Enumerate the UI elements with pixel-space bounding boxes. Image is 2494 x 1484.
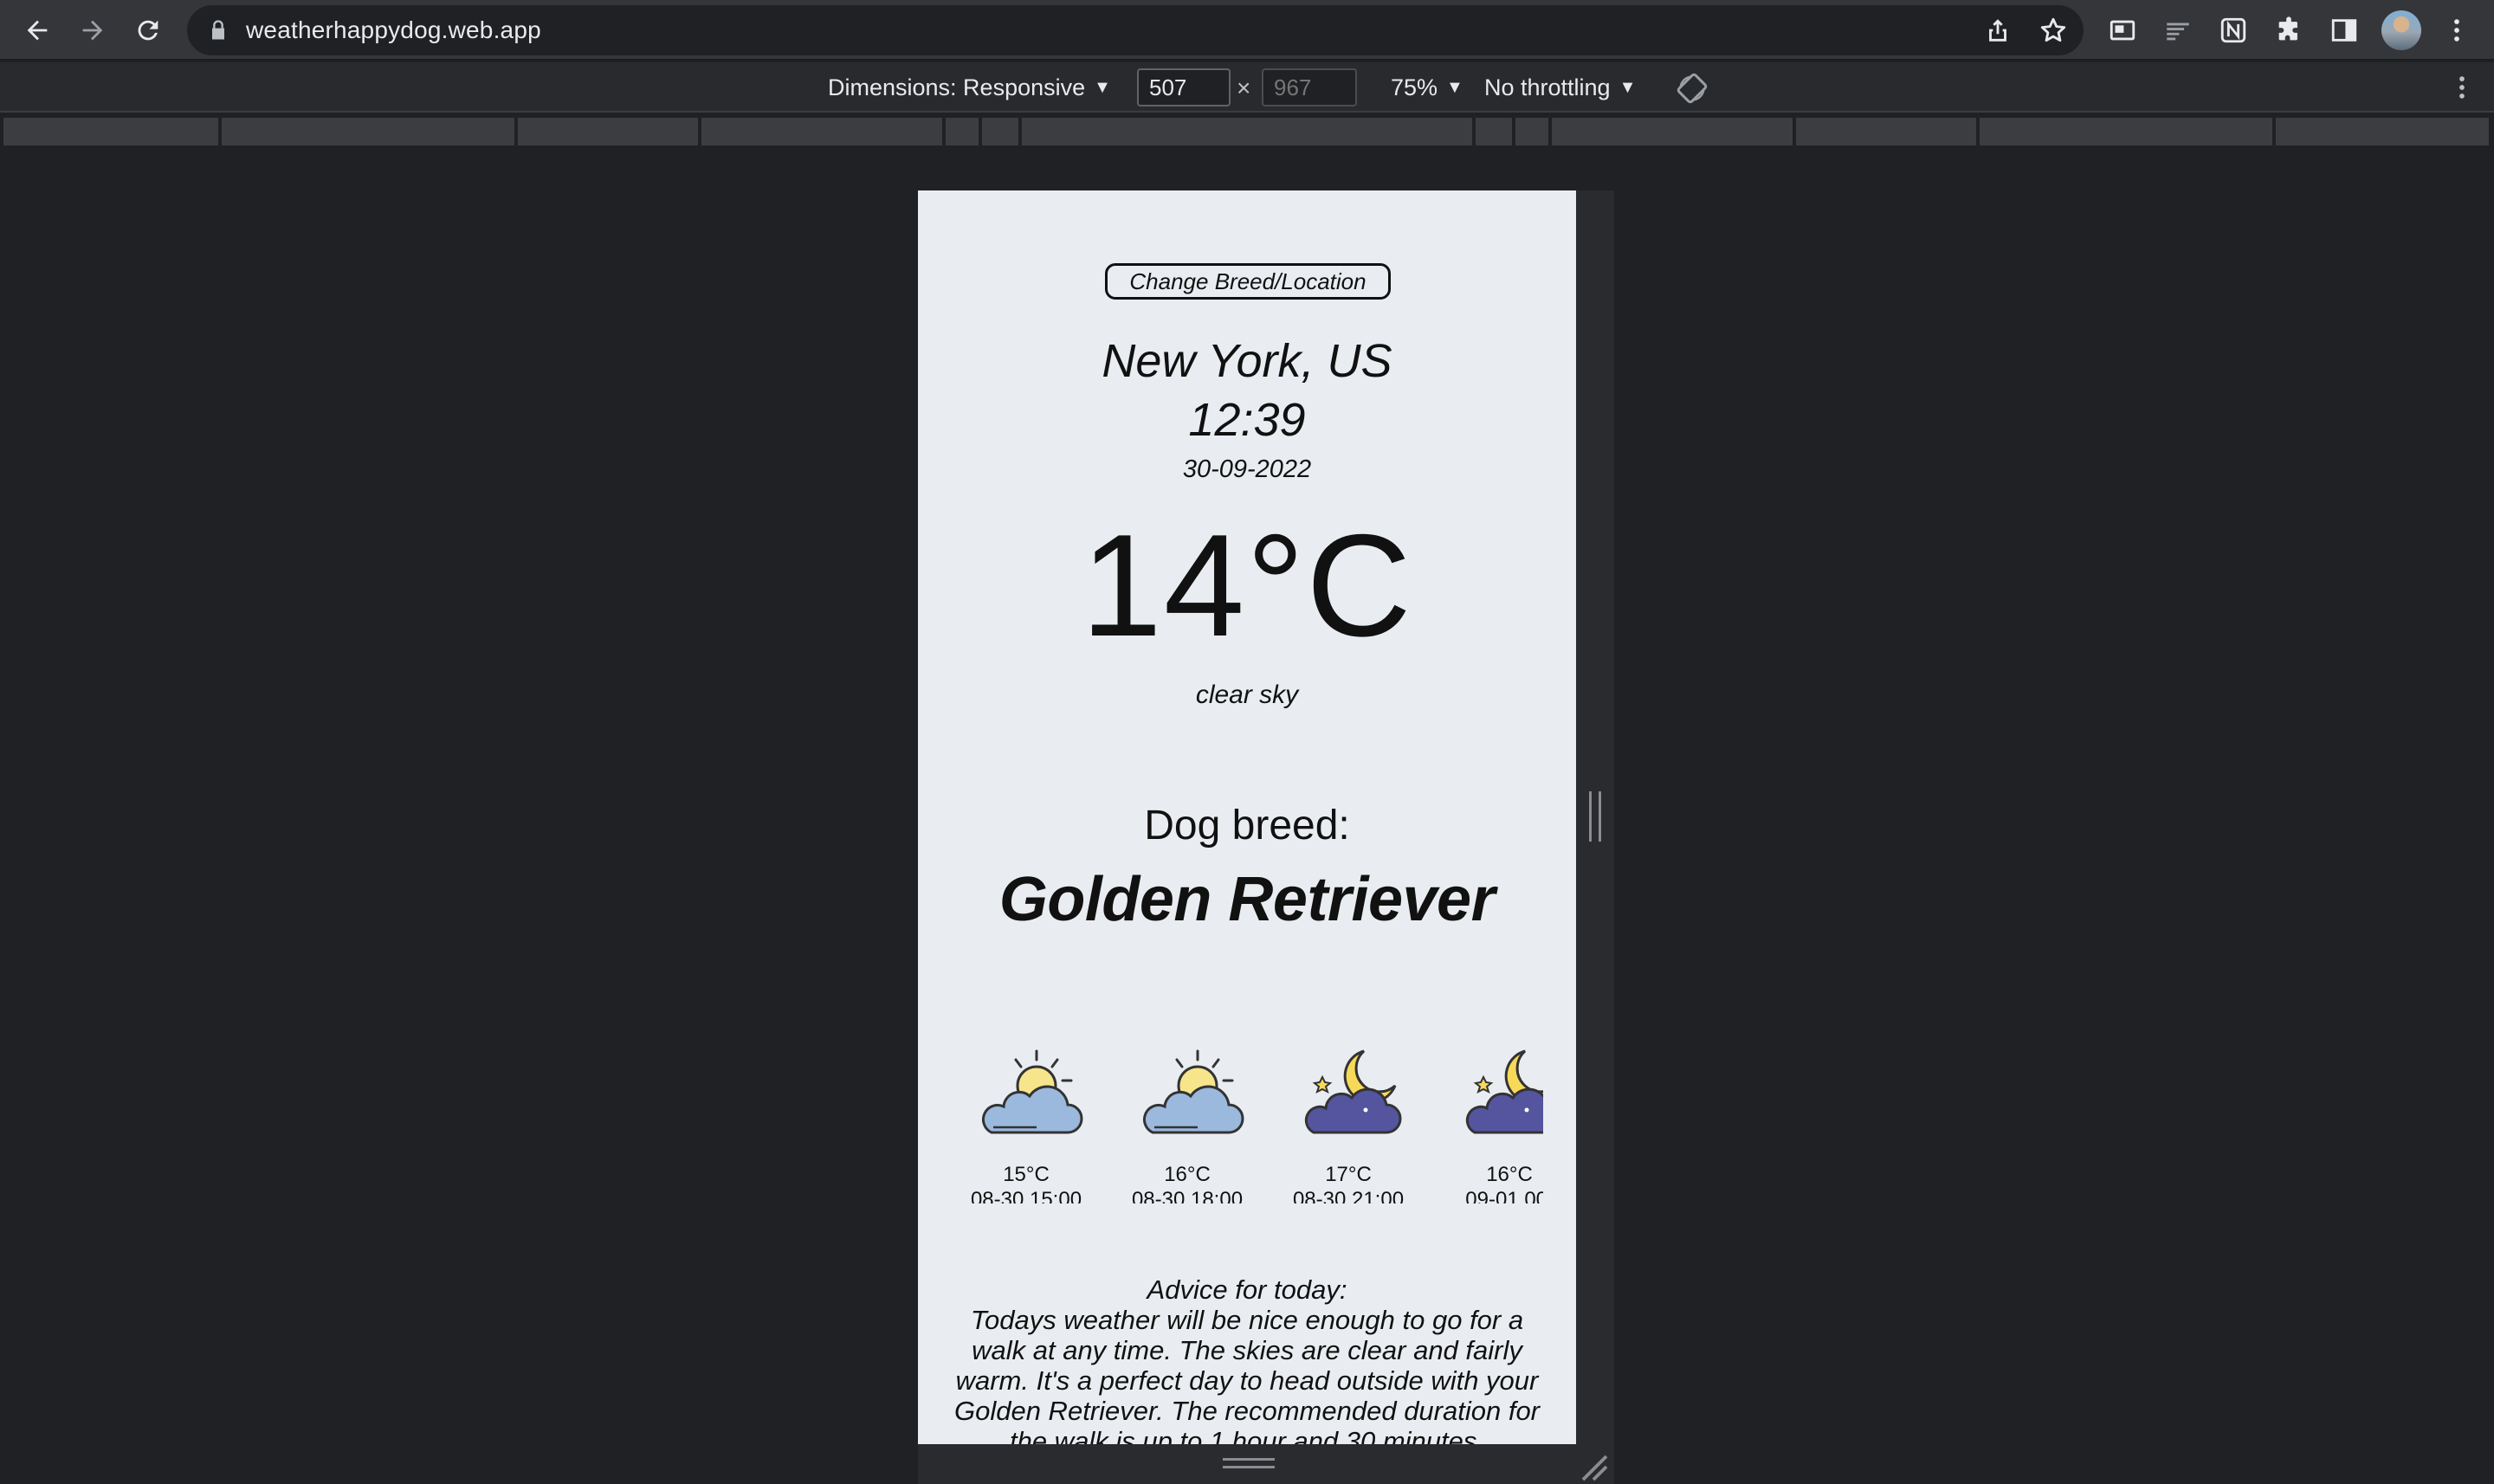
breed-label: Dog breed: <box>1144 803 1350 848</box>
device-toolbar: Dimensions: Responsive ▼ × 75% ▼ No thrott… <box>0 62 2494 113</box>
reading-list-button[interactable] <box>2160 12 2196 48</box>
forecast-list[interactable]: 15°C 08-30 15:00 16°C 08-30 18:00 17°C 0… <box>953 1048 1543 1203</box>
location-name: New York, US <box>1102 335 1392 387</box>
forecast-temp: 16°C <box>1486 1163 1533 1186</box>
caret-down-icon: ▼ <box>1619 78 1637 97</box>
media-query-bar <box>0 114 2494 149</box>
weather-description: clear sky <box>1195 681 1299 709</box>
partly-cloudy-day-icon <box>981 1049 1083 1134</box>
advice-text: Todays weather will be nice enough to go… <box>953 1305 1541 1444</box>
media-query-segment[interactable] <box>222 118 516 145</box>
media-query-segment[interactable] <box>1552 118 1794 145</box>
forecast-datetime: 08-30 18:00 <box>1131 1188 1244 1203</box>
notion-icon <box>2220 17 2246 43</box>
lock-icon[interactable] <box>206 18 230 42</box>
local-date: 30-09-2022 <box>1182 455 1312 483</box>
forecast-temp: 16°C <box>1164 1163 1211 1186</box>
browser-toolbar: weatherhappydog.web.app <box>0 0 2494 61</box>
viewport-resize-handle-bottom[interactable] <box>918 1444 1614 1484</box>
media-query-segment[interactable] <box>982 118 1020 145</box>
emulated-viewport: Change Breed/Location New York, US 12:39… <box>918 190 1576 1444</box>
side-panel-button[interactable] <box>2326 12 2362 48</box>
height-input[interactable] <box>1262 68 1357 106</box>
url-text[interactable]: weatherhappydog.web.app <box>246 16 541 44</box>
media-query-segment[interactable] <box>3 118 220 145</box>
resize-grip-icon <box>1223 1458 1275 1468</box>
media-query-segment[interactable] <box>1980 118 2274 145</box>
zoom-label: 75% <box>1391 74 1438 100</box>
side-panel-icon <box>2331 19 2357 42</box>
partly-cloudy-night-icon <box>1465 1049 1543 1134</box>
advice-section: Advice for today: Todays weather will be… <box>944 1274 1550 1444</box>
kebab-menu-icon <box>2454 19 2459 42</box>
breed-name: Golden Retriever <box>998 865 1496 934</box>
partly-cloudy-night-icon <box>1304 1049 1402 1134</box>
picture-in-picture-icon <box>2110 20 2135 41</box>
arrow-left-icon <box>27 20 48 41</box>
media-query-segment[interactable] <box>518 118 700 145</box>
resize-grip-icon <box>1589 791 1601 842</box>
throttling-label: No throttling <box>1484 74 1611 100</box>
dimensions-label: Dimensions: Responsive <box>828 74 1086 100</box>
media-query-segment[interactable] <box>2276 118 2491 145</box>
media-control-button[interactable] <box>2104 12 2141 48</box>
extensions-button[interactable] <box>2271 12 2307 48</box>
partly-cloudy-day-icon <box>1142 1049 1244 1134</box>
resize-corner-icon[interactable] <box>1578 1451 1609 1482</box>
forecast-item: 15°C 08-30 15:00 <box>953 1048 1100 1203</box>
back-button[interactable] <box>17 10 57 50</box>
media-query-segment[interactable] <box>1022 118 1474 145</box>
caret-down-icon: ▼ <box>1446 78 1463 97</box>
forecast-datetime: 08-30 21:00 <box>1292 1188 1405 1203</box>
viewport-resize-handle-right[interactable] <box>1576 190 1614 1444</box>
local-time: 12:39 <box>1188 394 1306 446</box>
media-query-segment[interactable] <box>1796 118 1978 145</box>
list-icon <box>2167 23 2189 41</box>
arrow-right-icon <box>82 20 103 41</box>
profile-avatar[interactable] <box>2381 10 2421 50</box>
forecast-temp: 17°C <box>1325 1163 1372 1186</box>
puzzle-icon <box>2278 16 2297 41</box>
dimension-separator: × <box>1237 74 1251 101</box>
reload-icon <box>138 20 158 41</box>
current-temperature: 14°C <box>1081 504 1413 667</box>
media-query-segment[interactable] <box>1515 118 1550 145</box>
forward-button[interactable] <box>73 10 113 50</box>
forecast-item: 16°C 09-01 00: <box>1436 1048 1543 1203</box>
media-query-segment[interactable] <box>701 118 944 145</box>
zoom-dropdown[interactable]: 75% ▼ <box>1391 74 1463 101</box>
share-icon[interactable] <box>1983 16 2013 45</box>
browser-menu-button[interactable] <box>2439 12 2475 48</box>
media-query-segment[interactable] <box>1476 118 1514 145</box>
forecast-datetime: 08-30 15:00 <box>970 1188 1082 1203</box>
media-query-segment[interactable] <box>946 118 980 145</box>
dimensions-dropdown[interactable]: Dimensions: Responsive ▼ <box>828 74 1111 101</box>
address-bar[interactable]: weatherhappydog.web.app <box>187 5 2084 55</box>
width-input[interactable] <box>1137 68 1231 106</box>
forecast-item: 17°C 08-30 21:00 <box>1275 1048 1422 1203</box>
change-breed-location-button[interactable]: Change Breed/Location <box>1105 263 1391 300</box>
advice-title: Advice for today: <box>1147 1274 1347 1305</box>
star-icon[interactable] <box>2038 16 2068 45</box>
notion-extension-button[interactable] <box>2215 12 2252 48</box>
caret-down-icon: ▼ <box>1094 78 1111 97</box>
forecast-item: 16°C 08-30 18:00 <box>1114 1048 1261 1203</box>
throttling-dropdown[interactable]: No throttling ▼ <box>1484 74 1636 101</box>
forecast-datetime: 09-01 00: <box>1465 1188 1543 1203</box>
device-toolbar-menu-icon[interactable] <box>2447 73 2477 102</box>
rotate-icon[interactable] <box>1677 73 1708 104</box>
forecast-temp: 15°C <box>1003 1163 1050 1186</box>
reload-button[interactable] <box>128 10 168 50</box>
